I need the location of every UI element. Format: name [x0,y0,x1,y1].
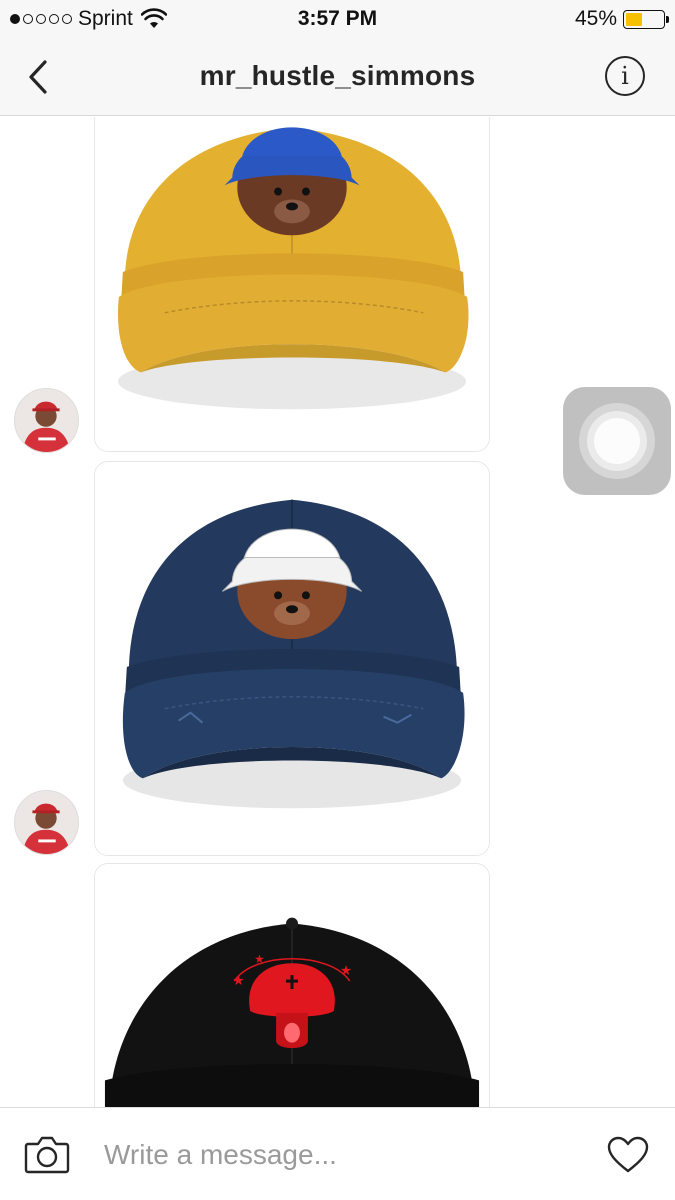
conversation-header: mr_hustle_simmons i [0,38,675,116]
status-time: 3:57 PM [297,7,378,30]
message-thread[interactable]: ★ ★ ★ [0,117,675,1107]
message-image-black-hat: ★ ★ ★ [95,864,489,1107]
avatar-image [15,791,78,854]
battery-icon [623,9,669,29]
svg-text:★: ★ [232,973,244,989]
heart-icon[interactable] [607,1136,649,1174]
image-message[interactable] [94,461,490,856]
message-image-navy-hat [95,462,489,855]
image-message[interactable]: ★ ★ ★ [94,863,490,1107]
status-bar: Sprint 3:57 PM 45% [0,0,675,38]
battery-fill [626,12,643,26]
info-button[interactable]: i [605,56,645,96]
camera-icon[interactable] [24,1134,70,1174]
message-image-yellow-hat [95,117,489,451]
assistive-touch-button[interactable] [563,387,671,495]
svg-text:★: ★ [254,952,265,966]
image-message[interactable] [94,117,490,452]
message-input[interactable] [104,1134,574,1176]
sender-avatar[interactable] [14,388,79,453]
battery-percent: 45% [574,7,617,30]
info-icon: i [621,62,629,90]
avatar-image [15,389,78,452]
status-right: 45% [574,6,669,32]
svg-text:★: ★ [340,963,352,979]
conversation-title[interactable]: mr_hustle_simmons [0,60,675,92]
message-composer [0,1107,675,1200]
sender-avatar[interactable] [14,790,79,855]
